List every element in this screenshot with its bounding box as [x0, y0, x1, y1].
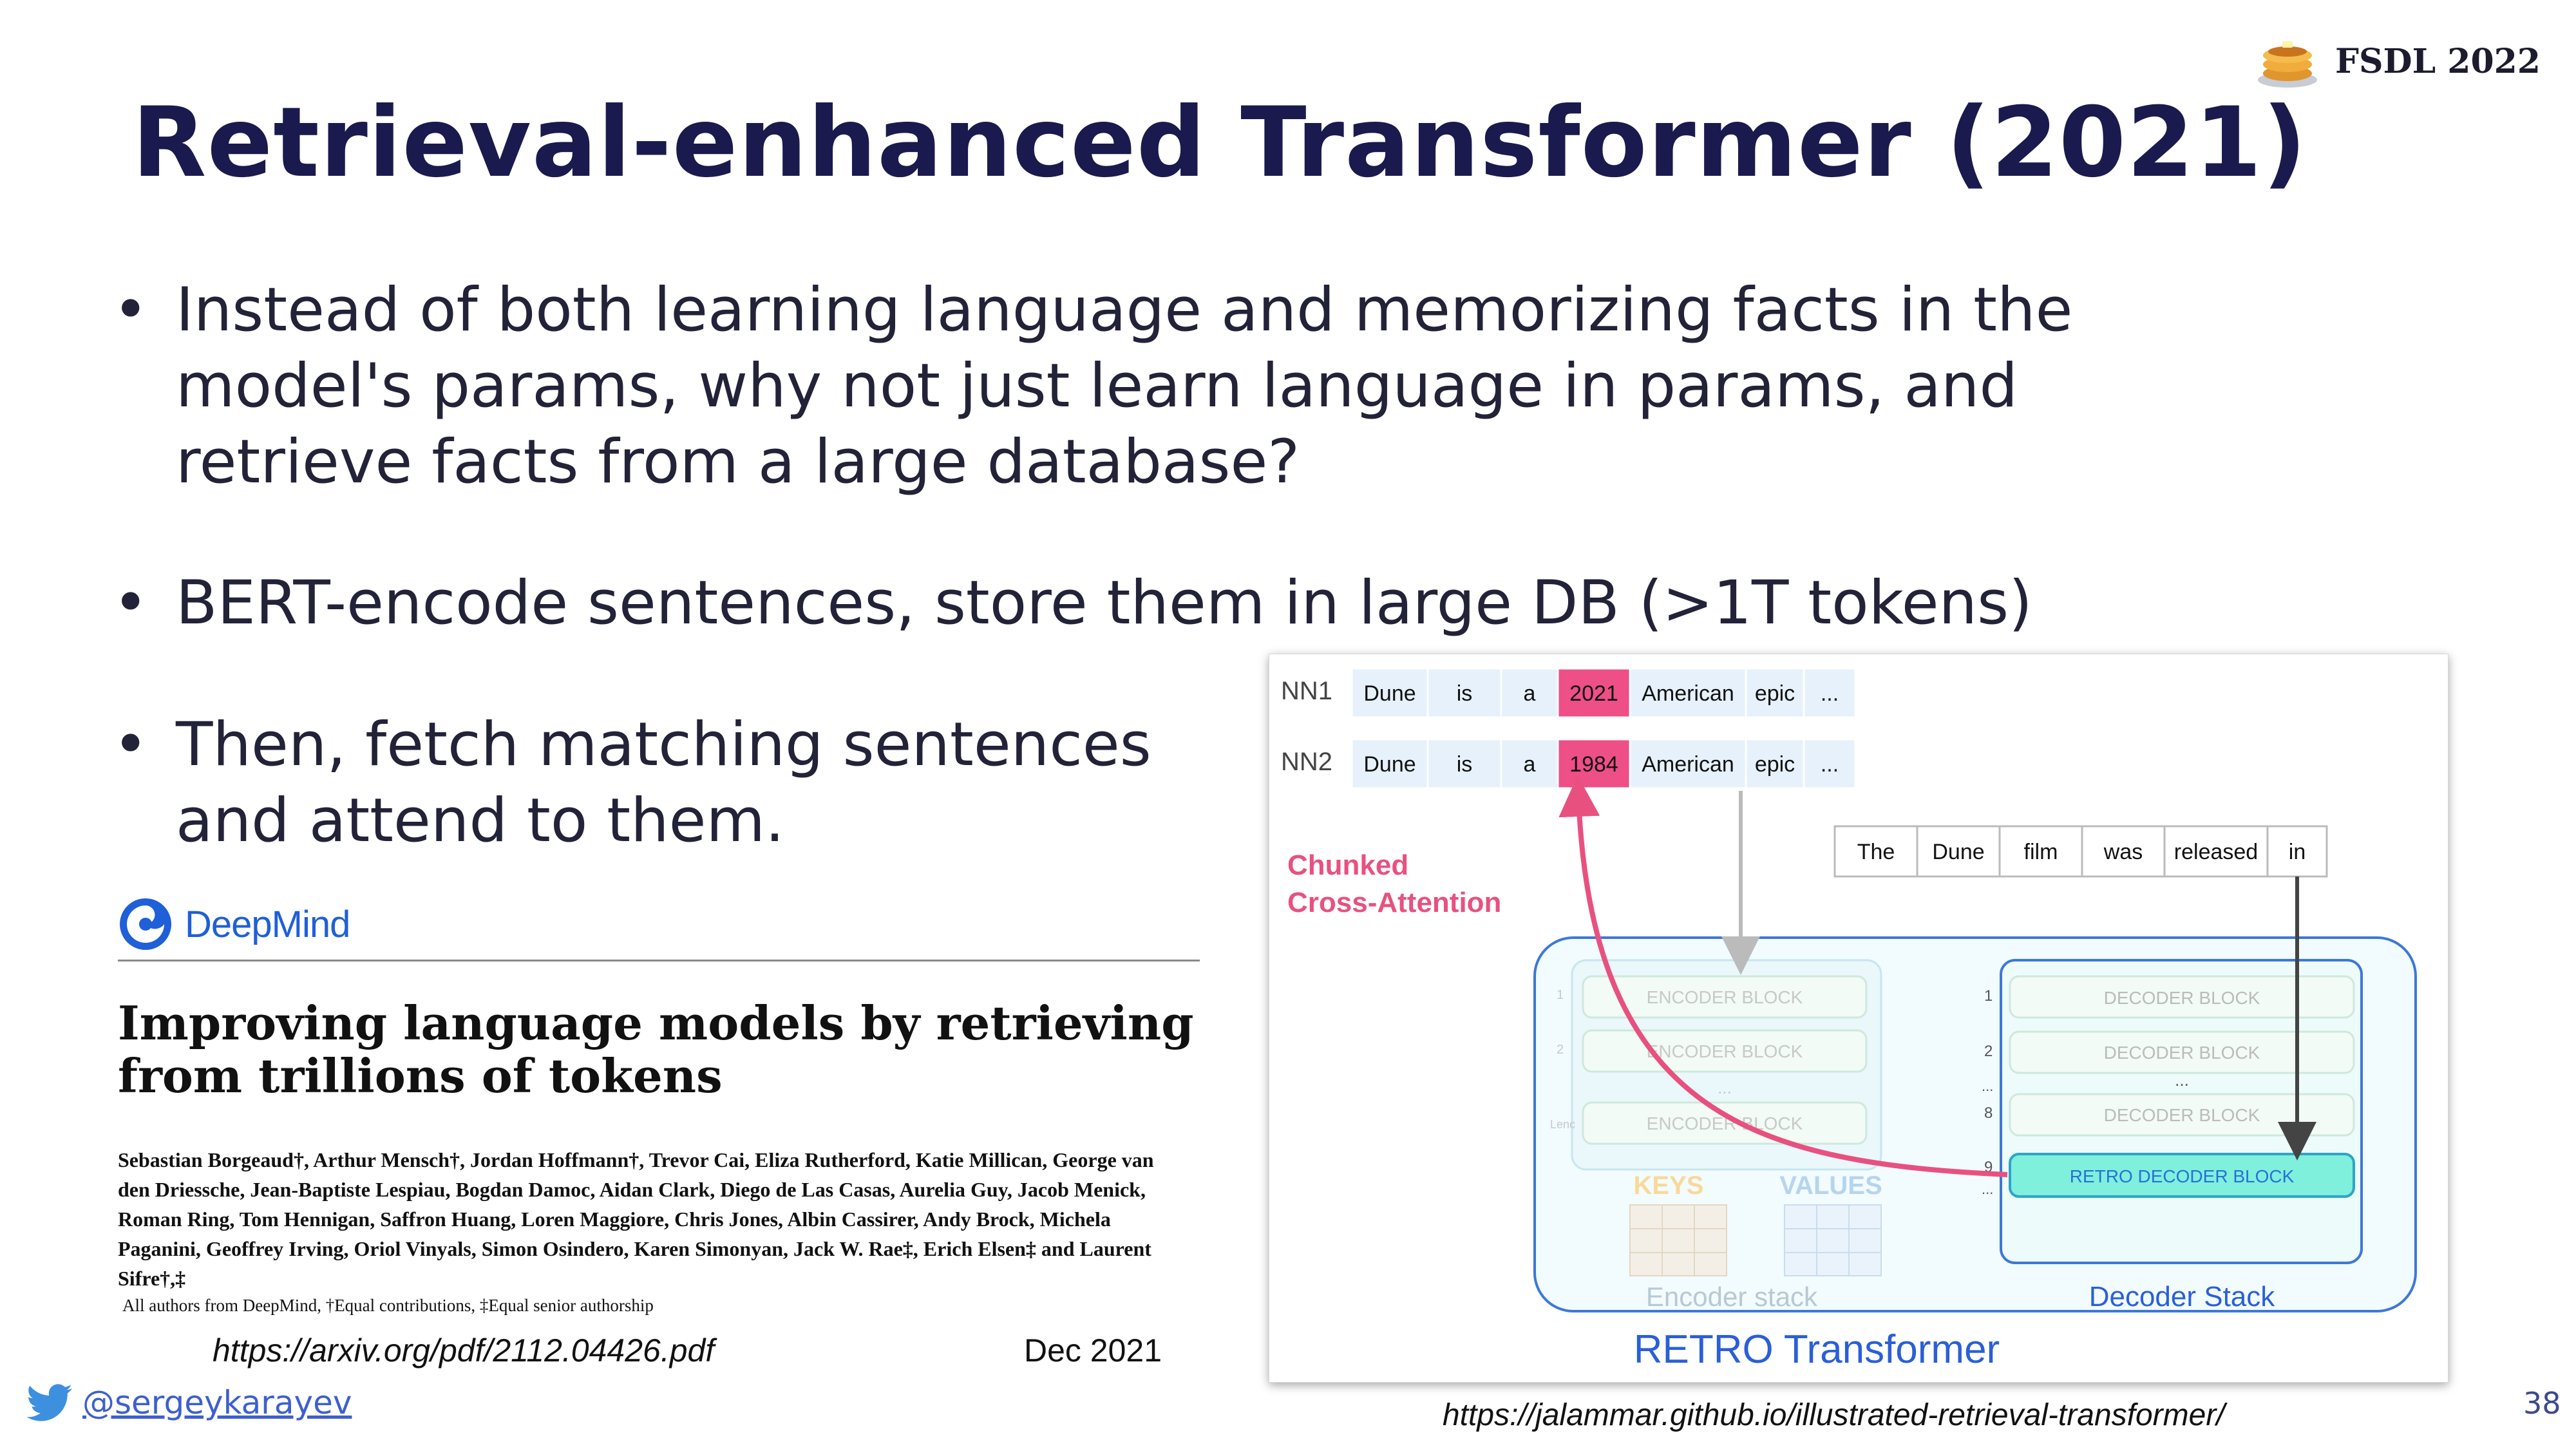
bullet-item: • Instead of both learning language and …: [113, 272, 2238, 504]
input-token: in: [2289, 840, 2306, 864]
nn2-token: epic: [1755, 752, 1795, 777]
decoder-block-label: DECODER BLOCK: [2104, 1105, 2260, 1125]
decoder-index: 8: [1984, 1104, 1993, 1122]
nn1-row: NN1 Dune is a 2021 American epic ...: [1281, 667, 1857, 719]
decoder-block-label: DECODER BLOCK: [2104, 1043, 2260, 1063]
decoder-index: 1: [1984, 987, 1993, 1005]
nn2-token: American: [1642, 752, 1734, 777]
input-token: Dune: [1932, 840, 1984, 864]
nn2-token: is: [1457, 752, 1473, 777]
deepmind-wordmark: DeepMind: [185, 903, 350, 945]
nn1-token: Dune: [1363, 681, 1416, 706]
retro-diagram: NN1 Dune is a 2021 American epic ... NN2…: [1281, 667, 2417, 1372]
encoder-index: Lenc: [1550, 1118, 1575, 1131]
encoder-ellipsis: ...: [1718, 1078, 1732, 1097]
nn1-token-highlight: 2021: [1569, 681, 1618, 706]
brand-badge: FSDL 2022: [2255, 32, 2541, 90]
twitter-handle[interactable]: @sergeykarayev: [82, 1384, 352, 1421]
nn1-label: NN1: [1281, 677, 1332, 705]
input-token: The: [1857, 840, 1895, 864]
deepmind-swirl-icon: [120, 898, 171, 950]
encoder-index: 1: [1557, 988, 1564, 1002]
nn2-token-highlight: 1984: [1569, 752, 1618, 777]
nn1-token: American: [1642, 681, 1734, 706]
decoder-index: 2: [1984, 1043, 1993, 1060]
bullet-marker: •: [113, 568, 149, 638]
paper-date: Dec 2021: [1024, 1332, 1162, 1368]
values-label: VALUES: [1779, 1171, 1882, 1200]
brand-text: FSDL 2022: [2335, 41, 2541, 81]
nn1-token: epic: [1755, 681, 1795, 706]
decoder-block-label: DECODER BLOCK: [2104, 988, 2260, 1008]
bullet-text: BERT-encode sentences, store them in lar…: [176, 568, 2032, 638]
bullet-text: Then, fetch matching sentences and atten…: [176, 710, 1151, 856]
keys-grid: [1629, 1204, 1727, 1276]
decoder-index-ellipsis: ...: [1982, 1181, 1993, 1197]
bullet-marker: •: [113, 275, 149, 345]
nn2-row: NN2 Dune is a 1984 American epic ...: [1281, 738, 1857, 790]
pancake-stack-icon: [2258, 41, 2318, 88]
figure-url[interactable]: https://jalammar.github.io/illustrated-r…: [1443, 1397, 2225, 1433]
nn2-token: ...: [1821, 752, 1839, 777]
bullet-marker: •: [113, 710, 149, 780]
header-divider: [118, 960, 1200, 961]
input-token: was: [2103, 840, 2143, 864]
decoder-ellipsis: ...: [2175, 1070, 2189, 1090]
paper-authors: Sebastian Borgeaud†, Arthur Mensch†, Jor…: [118, 1148, 1154, 1290]
page-number: 38: [2523, 1386, 2561, 1421]
decoder-index-ellipsis: ...: [1982, 1078, 1993, 1094]
retro-figure: NN1 Dune is a 2021 American epic ... NN2…: [1269, 654, 2448, 1383]
input-token: film: [2024, 840, 2058, 864]
bullet-item: • BERT-encode sentences, store them in l…: [113, 565, 2238, 649]
nn2-label: NN2: [1281, 748, 1332, 776]
twitter-bird-icon: [27, 1384, 72, 1421]
paper-affiliation: All authors from DeepMind, †Equal contri…: [122, 1296, 654, 1315]
figure-caption: RETRO Transformer: [1634, 1327, 2000, 1372]
bullet-text: Instead of both learning language and me…: [176, 275, 2073, 497]
encoder-block-label: ENCODER BLOCK: [1647, 987, 1803, 1007]
decoder-stack-label: Decoder Stack: [2089, 1281, 2276, 1312]
nn1-token: a: [1524, 681, 1536, 706]
encoder-stack-label: Encoder stack: [1646, 1282, 1818, 1312]
slide-title: Retrieval-enhanced Transformer (2021): [132, 87, 2307, 199]
nn1-token: ...: [1821, 681, 1839, 706]
input-token-row: The Dune film was released in: [1833, 825, 2328, 878]
encoder-block-label: ENCODER BLOCK: [1647, 1041, 1803, 1061]
nn1-token: is: [1457, 681, 1473, 706]
nn2-token: Dune: [1363, 752, 1416, 777]
twitter-link[interactable]: @sergeykarayev: [27, 1383, 352, 1422]
keys-label: KEYS: [1634, 1171, 1704, 1200]
cross-attention-label: Cross-Attention: [1287, 887, 1501, 918]
deepmind-logo: DeepMind: [118, 896, 350, 952]
input-token: released: [2174, 840, 2258, 864]
bullet-item: • Then, fetch matching sentences and att…: [113, 707, 1304, 868]
encoder-index: 2: [1557, 1043, 1564, 1057]
cross-attention-label: Chunked: [1287, 849, 1408, 881]
paper-title: Improving language models by retrieving …: [118, 996, 1194, 1103]
values-grid: [1784, 1204, 1882, 1276]
paper-url[interactable]: https://arxiv.org/pdf/2112.04426.pdf: [213, 1332, 714, 1369]
retro-decoder-block-label: RETRO DECODER BLOCK: [2070, 1166, 2295, 1186]
nn2-token: a: [1524, 752, 1536, 777]
